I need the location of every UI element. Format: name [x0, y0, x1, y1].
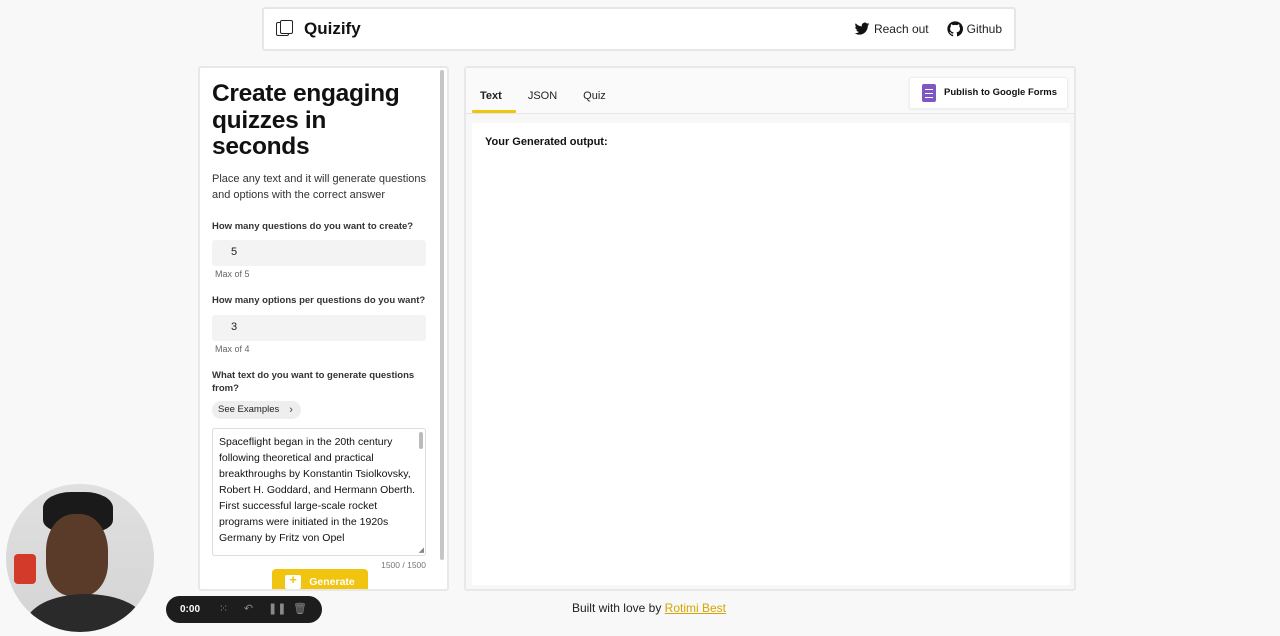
- grid-icon[interactable]: ⁙: [218, 604, 229, 615]
- twitter-icon: [854, 22, 870, 35]
- github-icon: [947, 21, 963, 37]
- questions-count-input[interactable]: 5: [212, 240, 426, 266]
- top-navbar: Quizify Reach out Github: [262, 7, 1016, 51]
- tab-json[interactable]: JSON: [516, 90, 569, 113]
- see-examples-label: See Examples: [218, 404, 280, 415]
- source-text-label: What text do you want to generate questi…: [212, 369, 415, 395]
- source-text-area[interactable]: Spaceflight began in the 20th century fo…: [212, 427, 426, 556]
- brand-name: Quizify: [304, 19, 361, 38]
- chevron-right-icon: ›: [289, 403, 293, 416]
- webcam-overlay: [6, 484, 154, 632]
- page-title: Create engaging quizzes in seconds: [212, 80, 400, 160]
- questions-count-hint: Max of 5: [215, 269, 250, 279]
- generate-button[interactable]: Generate: [272, 569, 368, 589]
- google-forms-icon: [922, 83, 937, 102]
- publish-label: Publish to Google Forms: [944, 87, 1057, 98]
- options-count-label: How many options per questions do you wa…: [212, 295, 426, 306]
- header-links: Reach out Github: [854, 21, 1002, 37]
- output-tabs: Text JSON Quiz: [468, 90, 620, 113]
- brand[interactable]: Quizify: [276, 19, 361, 39]
- undo-icon[interactable]: ↶: [243, 604, 254, 615]
- github-link[interactable]: Github: [947, 21, 1002, 37]
- questions-count-label: How many questions do you want to create…: [212, 220, 414, 232]
- page-subtitle: Place any text and it will generate ques…: [212, 172, 427, 201]
- add-icon: [285, 572, 302, 589]
- character-counter: 1500 / 1500: [381, 559, 426, 570]
- tab-quiz[interactable]: Quiz: [571, 90, 618, 113]
- options-count-input[interactable]: 3: [212, 314, 426, 341]
- see-examples-button[interactable]: See Examples ›: [212, 400, 301, 419]
- recording-controls: 0:00 ⁙ ↶ ❚❚ 🗑: [166, 596, 322, 623]
- quiz-form-panel: Create engaging quizzes in seconds Place…: [198, 66, 449, 591]
- source-text-value: Spaceflight began in the 20th century fo…: [219, 435, 416, 544]
- output-panel: Text JSON Quiz Publish to Google Forms Y…: [464, 66, 1076, 591]
- footer-text: Built with love by: [571, 601, 662, 615]
- tab-text[interactable]: Text: [468, 90, 516, 113]
- textarea-scroll-thumb[interactable]: [419, 431, 423, 449]
- options-count-hint: Max of 4: [215, 343, 250, 354]
- trash-icon[interactable]: 🗑: [293, 604, 307, 615]
- pause-icon[interactable]: ❚❚: [268, 604, 286, 615]
- generate-label: Generate: [309, 576, 355, 588]
- author-link[interactable]: Rotimi Best: [665, 601, 726, 615]
- output-tabs-bar: Text JSON Quiz Publish to Google Forms: [466, 68, 1074, 114]
- recording-timer: 0:00: [180, 604, 201, 615]
- publish-google-forms-button[interactable]: Publish to Google Forms: [909, 76, 1068, 109]
- github-label: Github: [966, 22, 1002, 36]
- output-heading: Your Generated output:: [485, 136, 608, 148]
- generated-output-area[interactable]: Your Generated output:: [472, 123, 1070, 585]
- reach-out-label: Reach out: [873, 22, 929, 36]
- resize-handle-icon[interactable]: ◢: [419, 547, 424, 554]
- quizify-logo-icon: [276, 20, 294, 38]
- reach-out-link[interactable]: Reach out: [854, 21, 929, 37]
